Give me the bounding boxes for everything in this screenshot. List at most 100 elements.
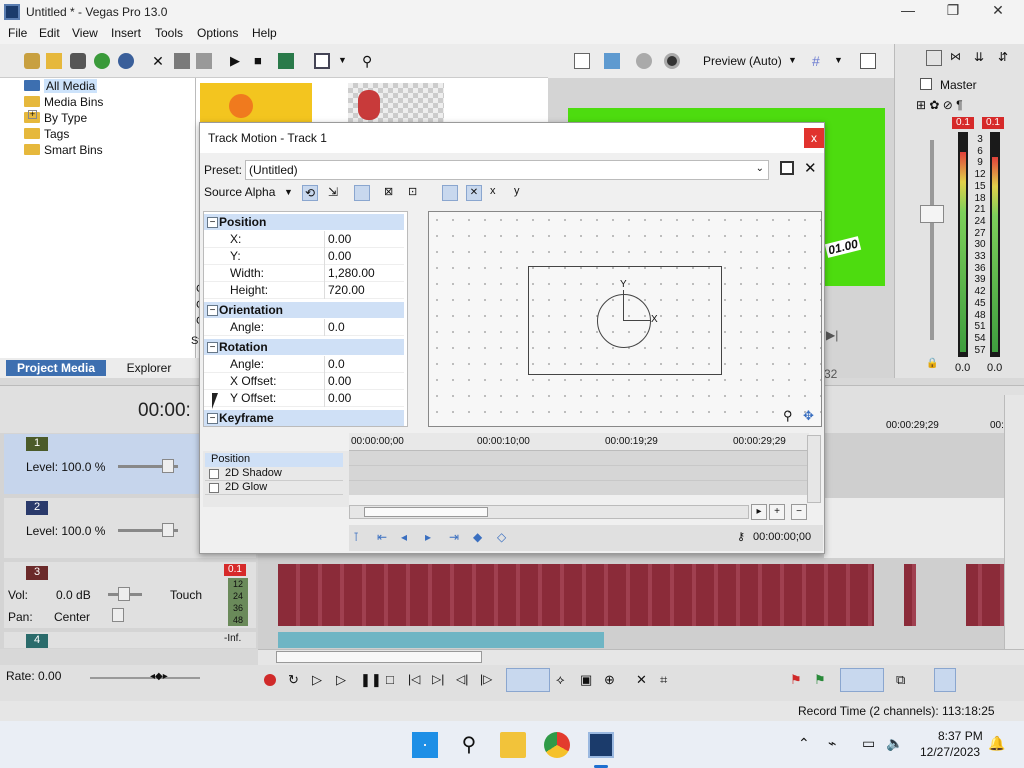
zoom-tool-icon[interactable]: ⊕ — [604, 672, 615, 688]
preview-props-icon[interactable] — [574, 53, 590, 69]
view-icon[interactable] — [314, 53, 330, 69]
sort-icon[interactable] — [196, 53, 212, 69]
edit-tool-button[interactable] — [506, 668, 550, 692]
marker-icon[interactable]: ⚑ — [790, 672, 802, 688]
timeline-vscroll[interactable] — [1004, 395, 1024, 665]
view-fit-icon[interactable] — [442, 185, 458, 201]
dialog-close-button[interactable]: x — [804, 128, 824, 148]
volume-icon[interactable]: 🔈 — [886, 735, 903, 752]
keyframe-lock-icon[interactable]: ⚷ — [737, 530, 745, 543]
envelope-tool-icon[interactable]: ⟡ — [556, 672, 565, 688]
prop-height[interactable]: Height: 720.00 — [204, 282, 404, 299]
keyframe-hscroll-thumb[interactable] — [364, 507, 488, 517]
group-orientation[interactable]: Orientation — [204, 302, 404, 318]
snapping-button[interactable] — [840, 668, 884, 692]
lock-x-icon[interactable]: ⊠ — [384, 185, 400, 201]
prev-frame-button[interactable]: ◁| — [456, 672, 468, 686]
stop-icon[interactable]: ■ — [254, 53, 270, 69]
reset-icon[interactable]: ⟲ — [302, 185, 318, 201]
notifications-icon[interactable]: 🔔 — [988, 735, 1005, 752]
menu-view[interactable]: View — [72, 26, 98, 40]
preview-step-icon[interactable]: ▶| — [826, 328, 838, 342]
first-keyframe-icon[interactable]: ⇤ — [377, 530, 387, 544]
tree-item-all-media[interactable]: All Media — [24, 78, 98, 94]
kf-track-2d-shadow[interactable]: 2D Shadow — [205, 467, 343, 481]
menu-options[interactable]: Options — [197, 26, 238, 40]
canvas-move-icon[interactable]: ✥ — [803, 408, 814, 424]
kf-zoom-in-button[interactable]: + — [769, 504, 785, 520]
kf-track-2d-glow[interactable]: 2D Glow — [205, 481, 343, 495]
menu-file[interactable]: File — [8, 26, 27, 40]
dropdown-arrow-icon[interactable]: ▼ — [834, 55, 850, 71]
cut-icon[interactable]: ✕ — [150, 53, 166, 69]
master-fx-icon[interactable]: ⊞ ✿ ⊘ ¶ — [916, 98, 976, 112]
group-position[interactable]: Position — [204, 214, 404, 230]
menu-insert[interactable]: Insert — [111, 26, 141, 40]
fx-icon[interactable] — [636, 53, 652, 69]
go-end-button[interactable]: ▷| — [432, 672, 444, 686]
file-explorer-icon[interactable] — [500, 732, 526, 758]
canvas-zoom-icon[interactable]: ⚲ — [783, 408, 793, 424]
maximize-button[interactable]: ❐ — [933, 2, 973, 22]
tree-item-tags[interactable]: Tags — [24, 126, 69, 142]
track-3-vol-thumb[interactable] — [118, 587, 130, 601]
tray-chevron-icon[interactable]: ⌃ — [798, 735, 810, 752]
properties-icon[interactable] — [118, 53, 134, 69]
shadow-checkbox[interactable] — [209, 469, 219, 479]
sync-cursor-icon[interactable]: ⊺ — [353, 530, 359, 544]
tab-explorer[interactable]: Explorer — [112, 360, 186, 376]
delete-preset-icon[interactable]: ✕ — [804, 159, 817, 177]
motion-circle[interactable] — [597, 294, 651, 348]
menu-tools[interactable]: Tools — [155, 26, 183, 40]
downmix-icon[interactable]: ⋈ — [950, 50, 966, 66]
search-icon[interactable]: ⚲ — [456, 732, 482, 758]
crop-icon[interactable]: ⌗ — [660, 672, 667, 688]
prop-y-offset[interactable]: Y Offset: 0.00 — [204, 390, 404, 407]
vegas-taskbar-icon[interactable] — [588, 732, 614, 758]
master-lock-icon[interactable]: 🔒 — [926, 358, 938, 369]
master-fader[interactable] — [920, 205, 944, 223]
start-icon[interactable] — [412, 732, 438, 758]
track-1-slider-thumb[interactable] — [162, 459, 174, 473]
tab-project-media[interactable]: Project Media — [6, 360, 106, 376]
grid-icon[interactable]: # — [812, 53, 828, 69]
kf-track-position[interactable]: Position — [205, 453, 343, 467]
dropdown-arrow-icon[interactable]: ▼ — [788, 55, 804, 71]
loop-button[interactable]: ↻ — [288, 672, 299, 688]
tree-item-media-bins[interactable]: Media Bins — [24, 94, 103, 110]
close-window-button[interactable]: ✕ — [978, 2, 1018, 22]
thumb-yellow[interactable] — [200, 83, 312, 125]
prop-orientation-angle[interactable]: Angle: 0.0 — [204, 319, 404, 336]
timeline-hscroll-thumb[interactable] — [276, 651, 482, 663]
zoom-icon[interactable]: ⚲ — [362, 53, 378, 69]
track-2-slider-thumb[interactable] — [162, 523, 174, 537]
prev-keyframe-icon[interactable]: ◂ — [401, 530, 407, 544]
pause-button[interactable]: ❚❚ — [360, 672, 382, 688]
split-icon[interactable] — [174, 53, 190, 69]
selection-tool-icon[interactable]: ▣ — [580, 672, 592, 688]
go-start-button[interactable]: |◁ — [408, 672, 420, 686]
keyframe-vscroll[interactable] — [807, 435, 821, 503]
group-keyframe[interactable]: Keyframe — [204, 410, 404, 426]
kf-zoom-out-button[interactable]: − — [791, 504, 807, 520]
master-props-icon[interactable] — [926, 50, 942, 66]
transport-stop-button[interactable]: □ — [386, 672, 394, 687]
refresh-icon[interactable] — [94, 53, 110, 69]
play-icon[interactable]: ▶ — [230, 53, 246, 69]
delete-icon[interactable]: ✕ — [636, 672, 647, 688]
next-frame-button[interactable]: |▷ — [480, 672, 492, 686]
play-from-start-button[interactable]: ▷ — [312, 672, 322, 688]
kf-scroll-right-button[interactable]: ▸ — [751, 504, 767, 520]
minimize-button[interactable]: — — [888, 2, 928, 22]
ripple-icon[interactable]: ⧉ — [896, 672, 905, 688]
add-keyframe-icon[interactable]: ◆ — [473, 530, 482, 544]
lock-icon[interactable]: ⇵ — [998, 50, 1014, 66]
master-checkbox[interactable] — [920, 78, 932, 90]
motion-canvas[interactable]: Y X ⚲ ✥ — [428, 211, 822, 427]
snap-icon[interactable]: ⇲ — [328, 185, 344, 201]
track-3-pan-thumb[interactable] — [112, 608, 124, 622]
render-icon[interactable] — [70, 53, 86, 69]
split-screen-icon[interactable] — [664, 53, 680, 69]
rate-thumb[interactable]: ◂◆▸ — [150, 671, 174, 683]
prop-y[interactable]: Y: 0.00 — [204, 248, 404, 265]
